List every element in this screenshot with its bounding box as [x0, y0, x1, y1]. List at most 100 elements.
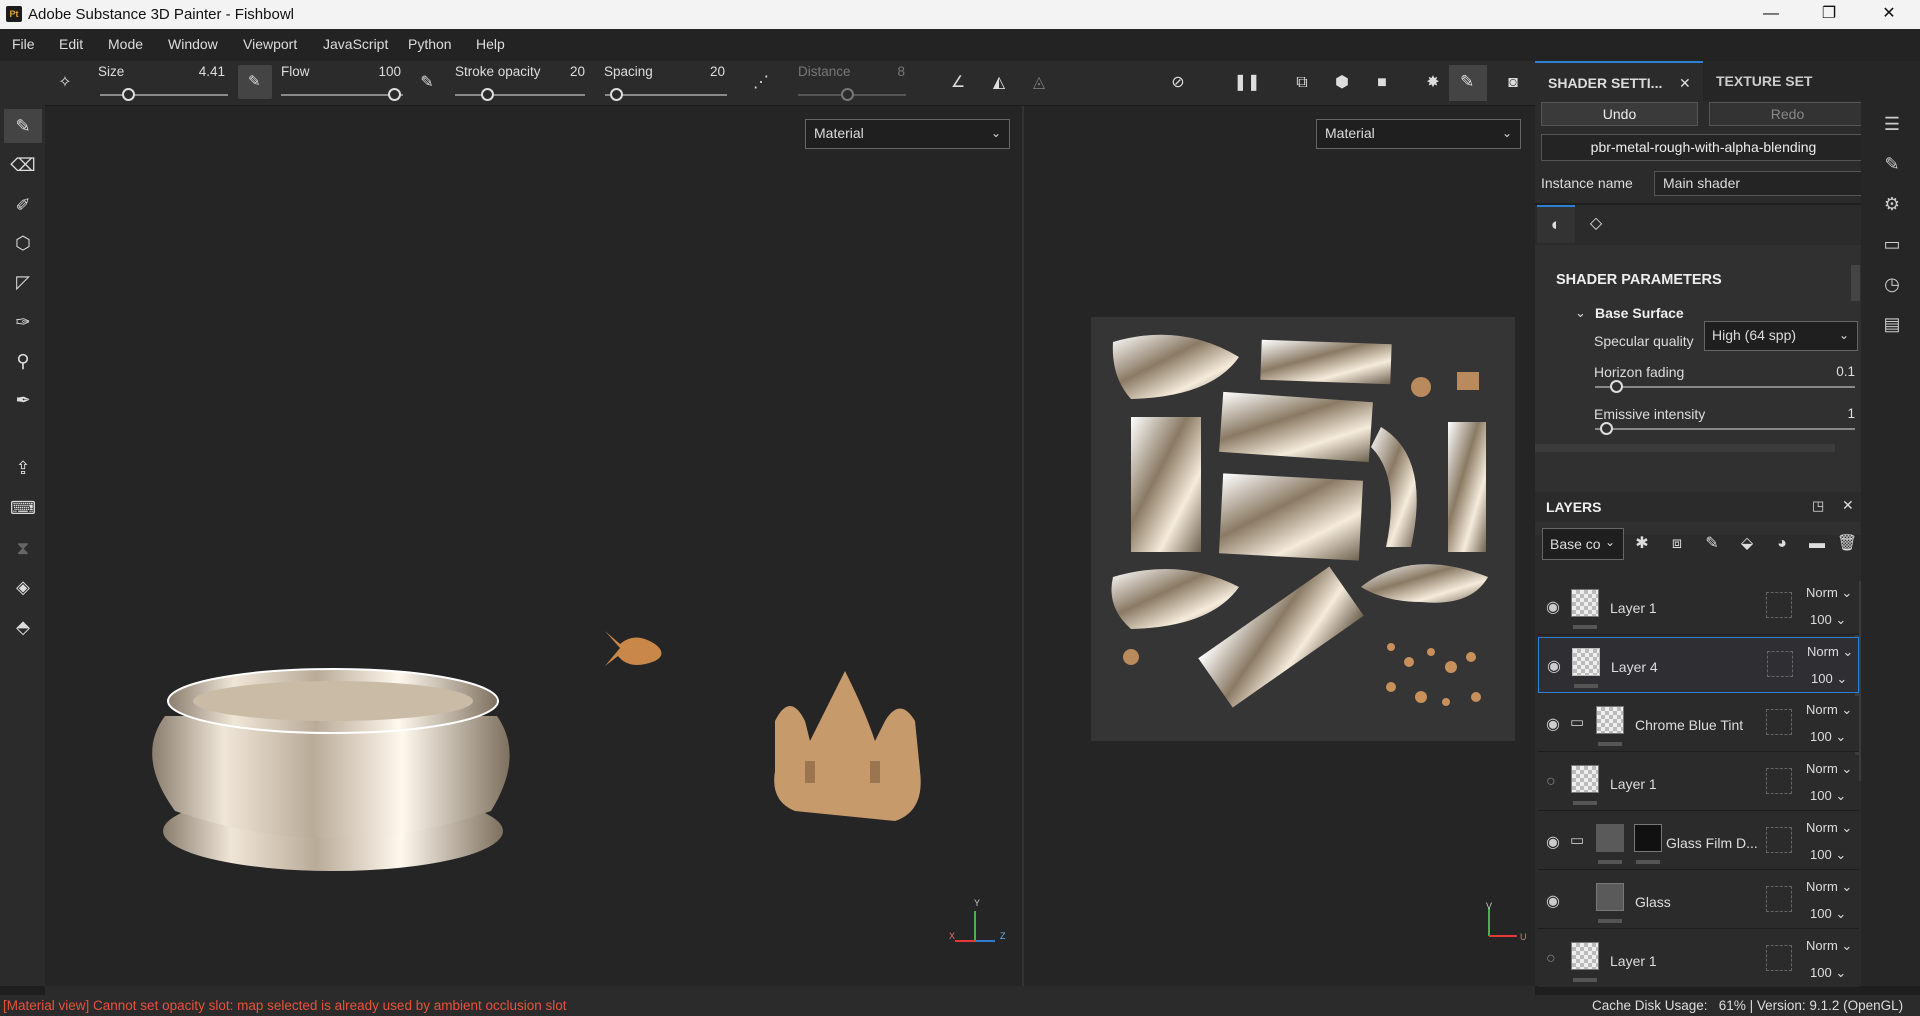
opacity-select[interactable]: 100 ⌄ [1810, 788, 1846, 804]
display-mode-cube-icon[interactable]: ⬢ [1328, 69, 1356, 97]
layer-name[interactable]: Layer 4 [1611, 659, 1658, 675]
visibility-eye-icon[interactable]: ◉ [1546, 714, 1560, 734]
spacing-value[interactable]: 20 [685, 64, 725, 79]
layer-row[interactable]: ○ Layer 1 Norm ⌄ 100 ⌄ [1538, 932, 1859, 988]
menu-help[interactable]: Help [476, 36, 505, 52]
mask-slot[interactable] [1766, 827, 1792, 853]
maximize-panel-icon[interactable]: ◳ [1812, 498, 1824, 514]
polygon-fill-tool-icon[interactable]: ◸ [4, 265, 42, 299]
flow-slider-handle[interactable] [388, 88, 401, 101]
size-value[interactable]: 4.41 [185, 64, 225, 79]
projection-tool-icon[interactable]: ✐ [4, 188, 42, 222]
undo-button[interactable]: Undo [1541, 102, 1698, 126]
blend-mode-select[interactable]: Norm ⌄ [1806, 585, 1852, 601]
channel-select[interactable]: Base co ⌄ [1542, 528, 1624, 560]
add-paint-layer-icon[interactable]: ✎ [1698, 530, 1726, 558]
emissive-intensity-value[interactable]: 1 [1815, 406, 1855, 421]
stroke-opacity-slider[interactable] [455, 94, 585, 96]
text-tool-icon[interactable]: ⌨ [4, 491, 42, 525]
instance-name-input[interactable]: Main shader [1654, 171, 1866, 196]
iray-icon[interactable]: ✸ [1419, 69, 1447, 97]
pause-icon[interactable]: ❚❚ [1233, 69, 1261, 97]
viewport-2d-mode-select[interactable]: Material ⌄ [1316, 119, 1521, 149]
texture-set-icon[interactable]: ⚙ [1881, 193, 1903, 215]
viewport-3d-mode-select[interactable]: Material ⌄ [805, 119, 1010, 149]
eraser-tool-icon[interactable]: ⌫ [4, 148, 42, 182]
horizon-fading-slider-handle[interactable] [1610, 380, 1623, 393]
folder-row[interactable]: ◉ ▭ Chrome Blue Tint Norm ⌄ 100 ⌄ [1538, 696, 1859, 752]
add-folder-icon[interactable]: ▬ [1803, 530, 1831, 558]
brush-preset-icon[interactable]: ✧ [51, 69, 79, 97]
visibility-off-eye-icon[interactable]: ○ [1546, 950, 1556, 968]
layer-name[interactable]: Glass [1635, 894, 1671, 910]
opacity-select[interactable]: 100 ⌄ [1810, 847, 1846, 863]
angle-icon[interactable]: ∠ [944, 69, 972, 97]
layer-row[interactable]: ◉ Layer 1 Norm ⌄ 100 ⌄ [1538, 579, 1859, 635]
log-icon[interactable]: ▤ [1881, 313, 1903, 335]
spacing-slider[interactable] [605, 94, 727, 96]
add-effect-icon[interactable]: ✱ [1628, 530, 1656, 558]
open-folder-icon[interactable]: ▭ [1570, 831, 1584, 849]
assets-icon[interactable]: ⬘ [4, 610, 42, 644]
stroke-pressure-icon[interactable]: ✎ [413, 69, 441, 97]
screenshot-icon[interactable]: ◙ [1499, 69, 1527, 97]
hide-overlay-icon[interactable]: ⊘ [1164, 69, 1192, 97]
flow-value[interactable]: 100 [345, 64, 401, 79]
maximize-button[interactable]: ❐ [1806, 2, 1852, 26]
3d-viewport[interactable]: Material ⌄ Y X Z [45, 106, 1022, 986]
visibility-eye-icon[interactable]: ◉ [1546, 891, 1560, 911]
blend-mode-select[interactable]: Norm ⌄ [1806, 938, 1852, 954]
layer-name[interactable]: Chrome Blue Tint [1635, 717, 1743, 733]
layer-row-selected[interactable]: ◉ Layer 4 Norm ⌄ 100 ⌄ [1538, 637, 1859, 693]
close-window-button[interactable]: ✕ [1866, 2, 1912, 26]
distance-value[interactable]: 8 [865, 64, 905, 79]
distance-slider-handle[interactable] [841, 88, 854, 101]
split-view-icon[interactable]: ⧉ [1288, 69, 1316, 97]
opacity-select[interactable]: 100 ⌄ [1810, 729, 1846, 745]
2d-uv-viewport[interactable]: Material ⌄ V U [1024, 106, 1535, 986]
display-settings-icon[interactable]: ▭ [1881, 233, 1903, 255]
mask-slot[interactable] [1766, 592, 1792, 618]
close-tab-icon[interactable]: ✕ [1679, 63, 1691, 103]
history-icon[interactable]: ◷ [1881, 273, 1903, 295]
shader-params-tab-icon[interactable]: ◐ [1537, 205, 1575, 243]
symmetry-settings-icon[interactable]: ◬ [1025, 69, 1053, 97]
opacity-select[interactable]: 100 ⌄ [1810, 612, 1846, 628]
uv-texture-canvas[interactable] [1091, 317, 1515, 741]
add-mask-icon[interactable]: ⧈ [1663, 530, 1691, 558]
chevron-down-icon[interactable]: ⌄ [1575, 305, 1586, 321]
paint-brush-tool-icon[interactable]: ✎ [4, 109, 42, 143]
opacity-select[interactable]: 100 ⌄ [1810, 906, 1846, 922]
horizon-fading-value[interactable]: 0.1 [1815, 364, 1855, 379]
blend-mode-select[interactable]: Norm ⌄ [1807, 644, 1853, 660]
menu-mode[interactable]: Mode [108, 36, 143, 52]
delete-layer-icon[interactable]: 🗑 [1833, 530, 1861, 558]
redo-button[interactable]: Redo [1709, 102, 1866, 126]
specular-quality-select[interactable]: High (64 spp) ⌄ [1704, 321, 1858, 351]
add-fill-layer-icon[interactable]: ⬙ [1733, 530, 1761, 558]
tab-shader-settings[interactable]: SHADER SETTI... ✕ [1535, 61, 1703, 101]
layer-name[interactable]: Layer 1 [1610, 953, 1657, 969]
menu-file[interactable]: File [12, 36, 35, 52]
visibility-off-eye-icon[interactable]: ○ [1546, 773, 1556, 791]
horizontal-scrollbar[interactable] [1535, 444, 1835, 452]
base-surface-group[interactable]: Base Surface [1595, 305, 1684, 321]
emissive-intensity-slider[interactable] [1595, 428, 1855, 430]
visibility-eye-icon[interactable]: ◉ [1547, 656, 1561, 676]
menu-edit[interactable]: Edit [59, 36, 83, 52]
viewport-scrollbar[interactable] [45, 986, 1535, 995]
layers-panel-icon[interactable]: ☰ [1881, 113, 1903, 135]
menu-python[interactable]: Python [408, 36, 452, 52]
blend-mode-select[interactable]: Norm ⌄ [1806, 702, 1852, 718]
layer-name[interactable]: Layer 1 [1610, 776, 1657, 792]
hourglass-icon[interactable]: ⧗ [4, 531, 42, 565]
size-slider-handle[interactable] [122, 88, 135, 101]
clone-tool-icon[interactable]: ⚲ [4, 344, 42, 378]
menu-viewport[interactable]: Viewport [243, 36, 297, 52]
size-slider[interactable] [100, 94, 228, 96]
mask-slot[interactable] [1766, 768, 1792, 794]
mask-slot[interactable] [1766, 709, 1792, 735]
opacity-select[interactable]: 100 ⌄ [1810, 965, 1846, 981]
spacing-slider-handle[interactable] [610, 88, 623, 101]
geometry-fill-tool-icon[interactable]: ⬡ [4, 226, 42, 260]
